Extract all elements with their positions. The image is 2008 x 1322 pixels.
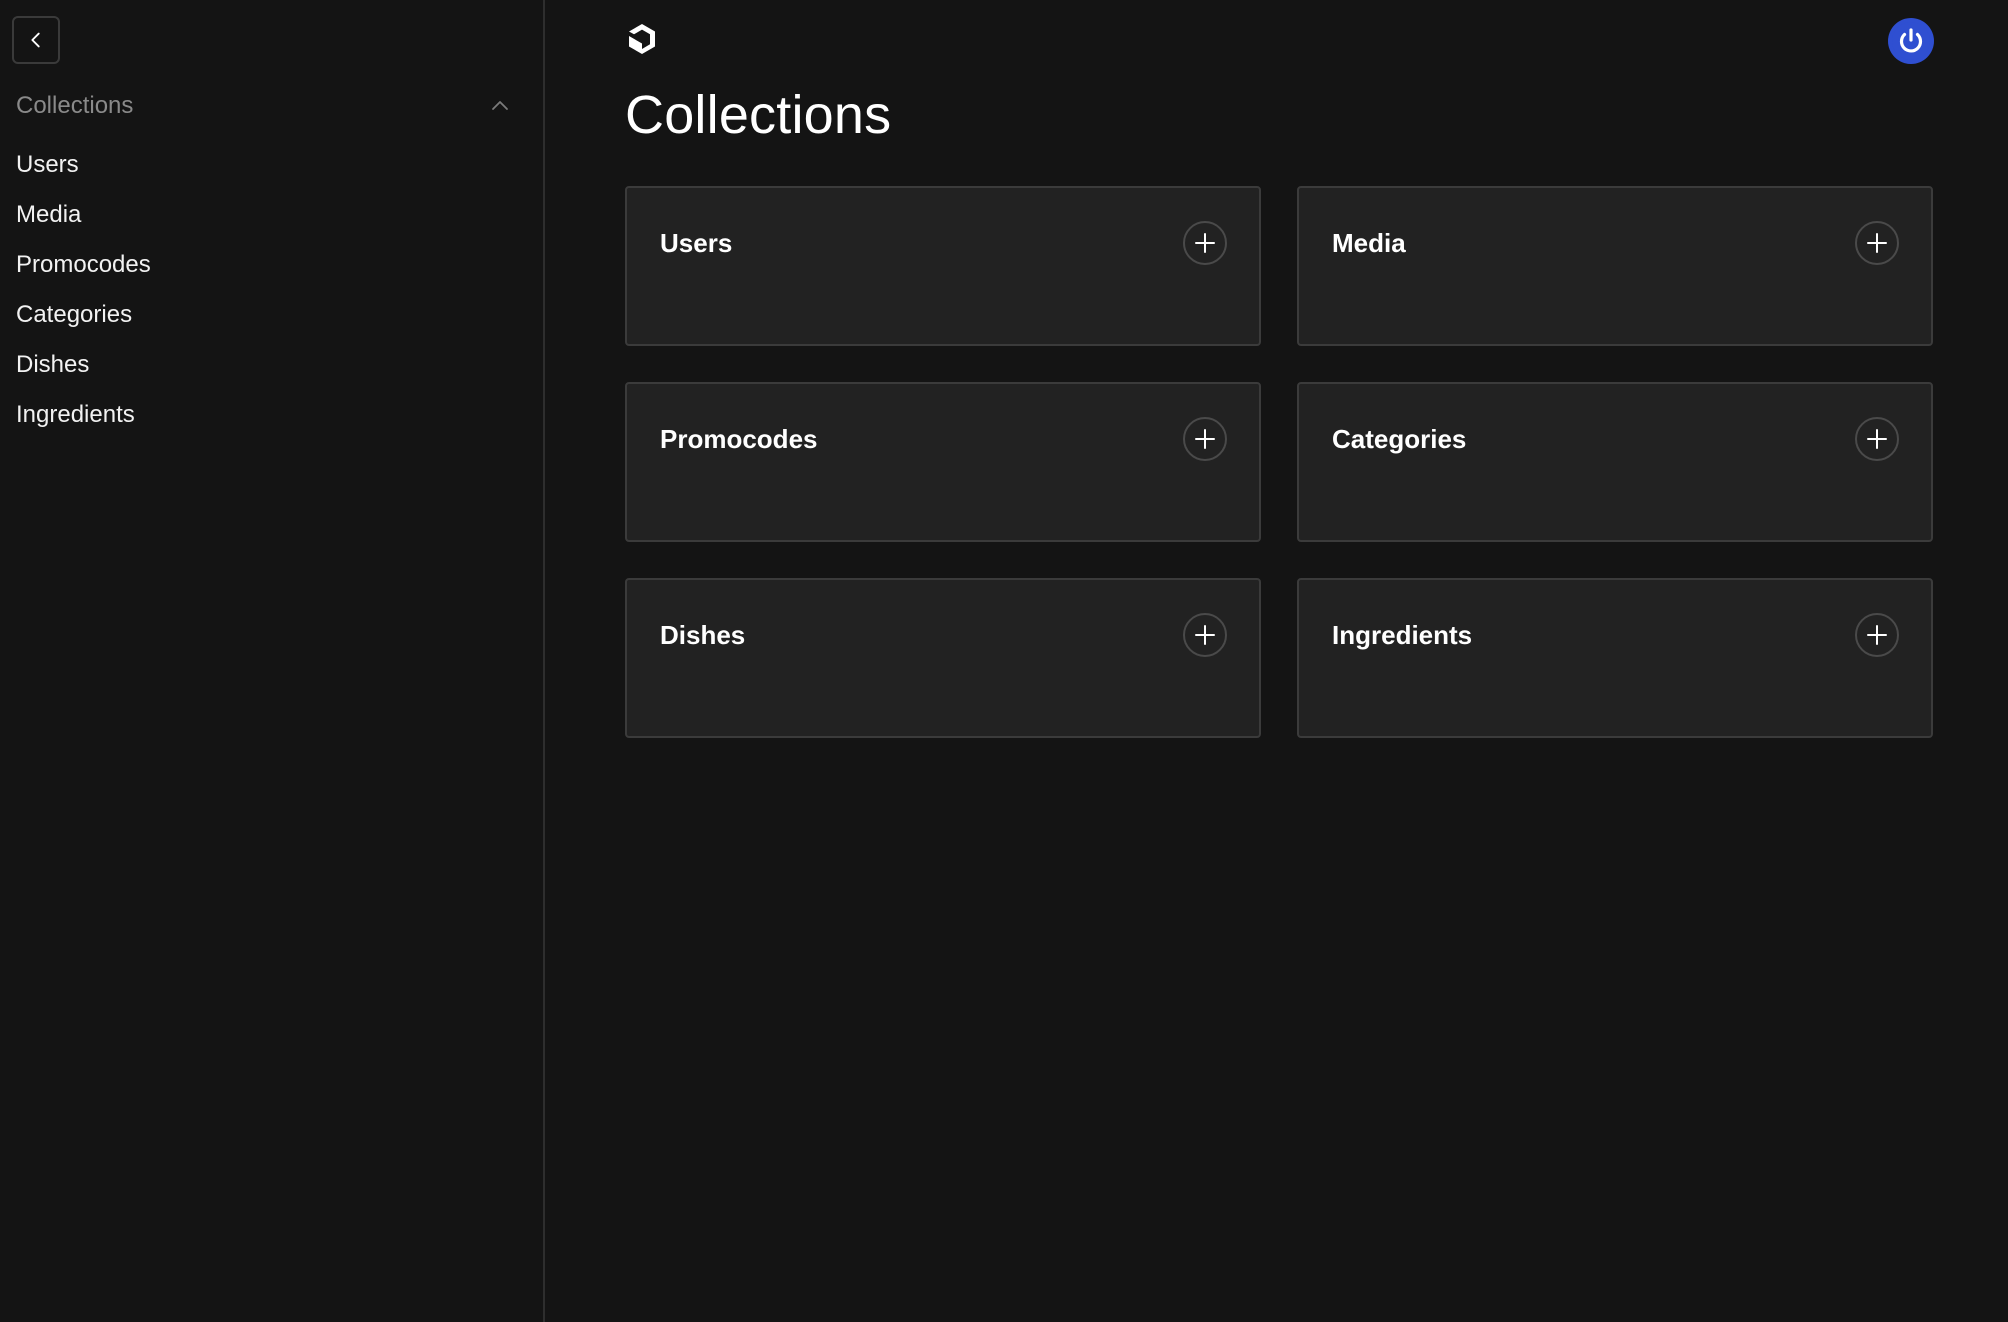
card-title: Promocodes	[660, 424, 818, 454]
sidebar-item-dishes[interactable]: Dishes	[16, 340, 151, 390]
card-title: Dishes	[660, 620, 746, 650]
add-users-button[interactable]	[1183, 221, 1227, 265]
add-promocodes-button[interactable]	[1183, 417, 1227, 461]
collection-card-ingredients[interactable]: Ingredients	[1297, 578, 1933, 738]
card-title: Media	[1332, 228, 1406, 258]
plus-icon	[1867, 625, 1887, 645]
card-title: Ingredients	[1332, 620, 1473, 650]
card-title: Categories	[1332, 424, 1467, 454]
sidebar-item-users[interactable]: Users	[16, 140, 151, 190]
collections-grid: Users Media Promocodes Categories Dishes…	[625, 186, 1933, 738]
sidebar-item-promocodes[interactable]: Promocodes	[16, 240, 151, 290]
payload-logo-icon[interactable]	[625, 22, 659, 56]
sidebar-item-media[interactable]: Media	[16, 190, 151, 240]
chevron-up-icon	[492, 101, 508, 110]
nav-group-title: Collections	[16, 92, 134, 119]
main-content: Collections Users Media Promocodes Categ…	[545, 0, 2008, 1322]
add-ingredients-button[interactable]	[1855, 613, 1899, 657]
plus-icon	[1195, 429, 1215, 449]
nav-group-collections-toggle[interactable]: Collections	[16, 86, 516, 126]
add-media-button[interactable]	[1855, 221, 1899, 265]
collection-card-users[interactable]: Users	[625, 186, 1261, 346]
collection-card-media[interactable]: Media	[1297, 186, 1933, 346]
page-title: Collections	[625, 85, 892, 145]
plus-icon	[1195, 625, 1215, 645]
chevron-left-icon	[31, 32, 40, 48]
collapse-sidebar-button[interactable]	[12, 16, 60, 64]
account-button[interactable]	[1888, 18, 1934, 64]
add-dishes-button[interactable]	[1183, 613, 1227, 657]
plus-icon	[1195, 233, 1215, 253]
collection-card-categories[interactable]: Categories	[1297, 382, 1933, 542]
sidebar-item-categories[interactable]: Categories	[16, 290, 151, 340]
card-title: Users	[660, 228, 733, 258]
power-icon	[1892, 22, 1930, 60]
plus-icon	[1867, 429, 1887, 449]
add-categories-button[interactable]	[1855, 417, 1899, 461]
plus-icon	[1867, 233, 1887, 253]
collection-card-dishes[interactable]: Dishes	[625, 578, 1261, 738]
app-root: Collections Users Media Promocodes Categ…	[0, 0, 2008, 1322]
sidebar: Collections Users Media Promocodes Categ…	[0, 0, 545, 1322]
collection-card-promocodes[interactable]: Promocodes	[625, 382, 1261, 542]
sidebar-nav-list: Users Media Promocodes Categories Dishes…	[16, 140, 151, 440]
sidebar-item-ingredients[interactable]: Ingredients	[16, 390, 151, 440]
